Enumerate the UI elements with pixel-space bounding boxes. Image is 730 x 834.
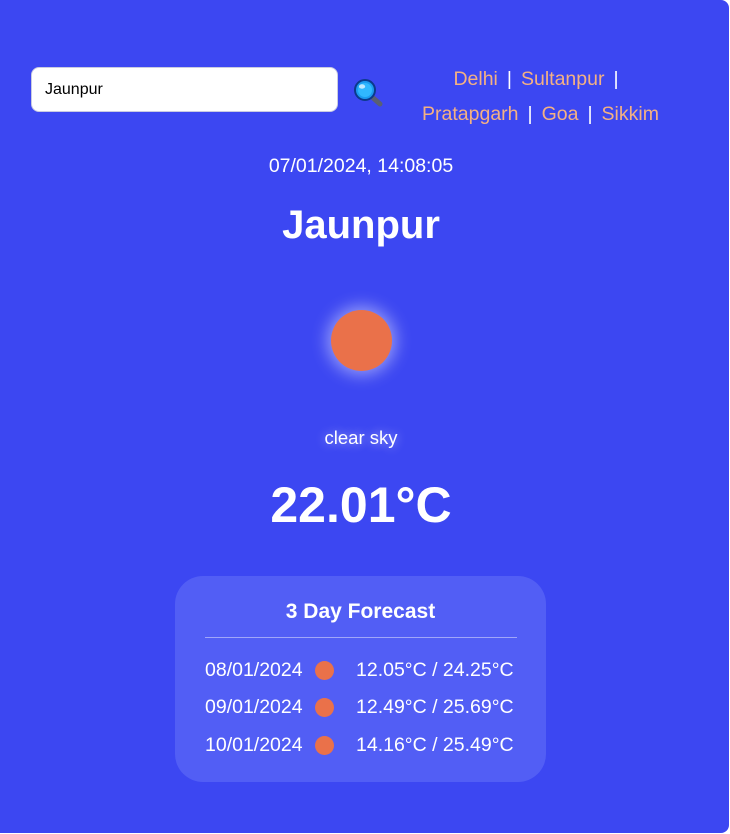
forecast-temps: 14.16°C / 25.49°C xyxy=(356,734,514,756)
forecast-row: 10/01/2024 14.16°C / 25.49°C xyxy=(205,733,525,759)
city-name: Jaunpur xyxy=(282,203,440,247)
separator: | xyxy=(527,103,533,125)
forecast-date: 10/01/2024 xyxy=(205,734,303,756)
sun-icon xyxy=(331,310,392,371)
sun-icon xyxy=(315,698,334,717)
forecast-row: 08/01/2024 12.05°C / 24.25°C xyxy=(205,658,525,684)
magnifier-icon xyxy=(354,79,383,107)
date-time: 07/01/2024, 14:08:05 xyxy=(268,155,454,177)
separator: | xyxy=(506,68,512,90)
forecast-panel: 3 Day Forecast 08/01/2024 12.05°C / 24.2… xyxy=(175,576,546,782)
city-link-sikkim[interactable]: Sikkim xyxy=(602,103,659,125)
separator: | xyxy=(613,68,619,90)
forecast-date: 08/01/2024 xyxy=(205,659,303,681)
forecast-divider xyxy=(205,637,517,638)
search-input[interactable] xyxy=(31,67,338,112)
current-temperature: 22.01°C xyxy=(270,477,452,533)
city-link-goa[interactable]: Goa xyxy=(542,103,579,125)
search-button[interactable] xyxy=(352,77,384,109)
city-link-pratapgarh[interactable]: Pratapgarh xyxy=(422,103,518,125)
weather-card: Delhi | Sultanpur | Pratapgarh | Goa | Sikkim 0… xyxy=(0,0,729,833)
sun-icon xyxy=(315,661,334,680)
forecast-date: 09/01/2024 xyxy=(205,696,303,718)
forecast-row: 09/01/2024 12.49°C / 25.69°C xyxy=(205,695,525,721)
forecast-temps: 12.49°C / 25.69°C xyxy=(356,696,514,718)
quick-city-links: Delhi | Sultanpur | Pratapgarh | Goa | Sikkim xyxy=(398,62,683,132)
city-link-sultanpur[interactable]: Sultanpur xyxy=(521,68,604,90)
separator: | xyxy=(587,103,593,125)
sun-icon xyxy=(315,736,334,755)
forecast-title: 3 Day Forecast xyxy=(285,600,436,623)
forecast-temps: 12.05°C / 24.25°C xyxy=(356,659,514,681)
weather-description: clear sky xyxy=(324,427,398,448)
city-link-delhi[interactable]: Delhi xyxy=(453,68,497,90)
